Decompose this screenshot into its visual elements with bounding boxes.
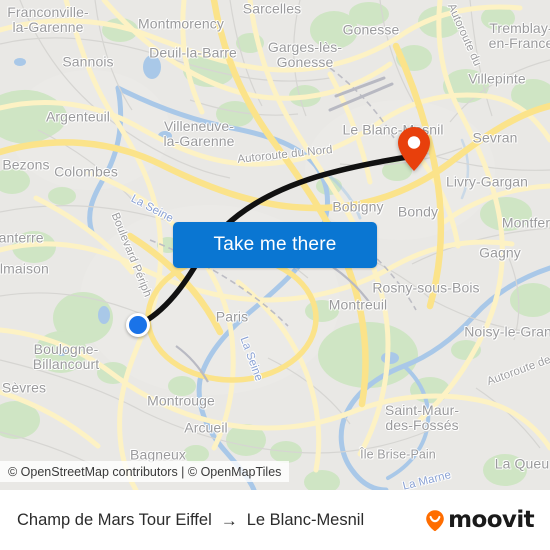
arrow-right-icon: → [220, 510, 238, 530]
map-viewport[interactable]: Franconville- la-Garenne Montmorency Sarce… [0, 0, 550, 490]
moovit-trip-map-screen: Franconville- la-Garenne Montmorency Sarce… [0, 0, 550, 550]
moovit-logo[interactable]: moovit [423, 506, 535, 533]
trip-summary: Champ de Mars Tour Eiffel → Le Blanc-Mes… [17, 511, 423, 530]
moovit-wordmark: moovit [448, 506, 534, 533]
origin-dot[interactable] [126, 313, 150, 337]
map-attribution[interactable]: © OpenStreetMap contributors | © OpenMap… [0, 461, 290, 482]
trip-destination-label: Le Blanc-Mesnil [246, 510, 365, 529]
trip-origin-label: Champ de Mars Tour Eiffel [17, 510, 212, 529]
moovit-pin-icon [426, 510, 444, 532]
trip-footer: Champ de Mars Tour Eiffel → Le Blanc-Mes… [0, 490, 550, 550]
take-me-there-button[interactable]: Take me there [173, 222, 377, 268]
destination-pin[interactable] [397, 126, 431, 172]
